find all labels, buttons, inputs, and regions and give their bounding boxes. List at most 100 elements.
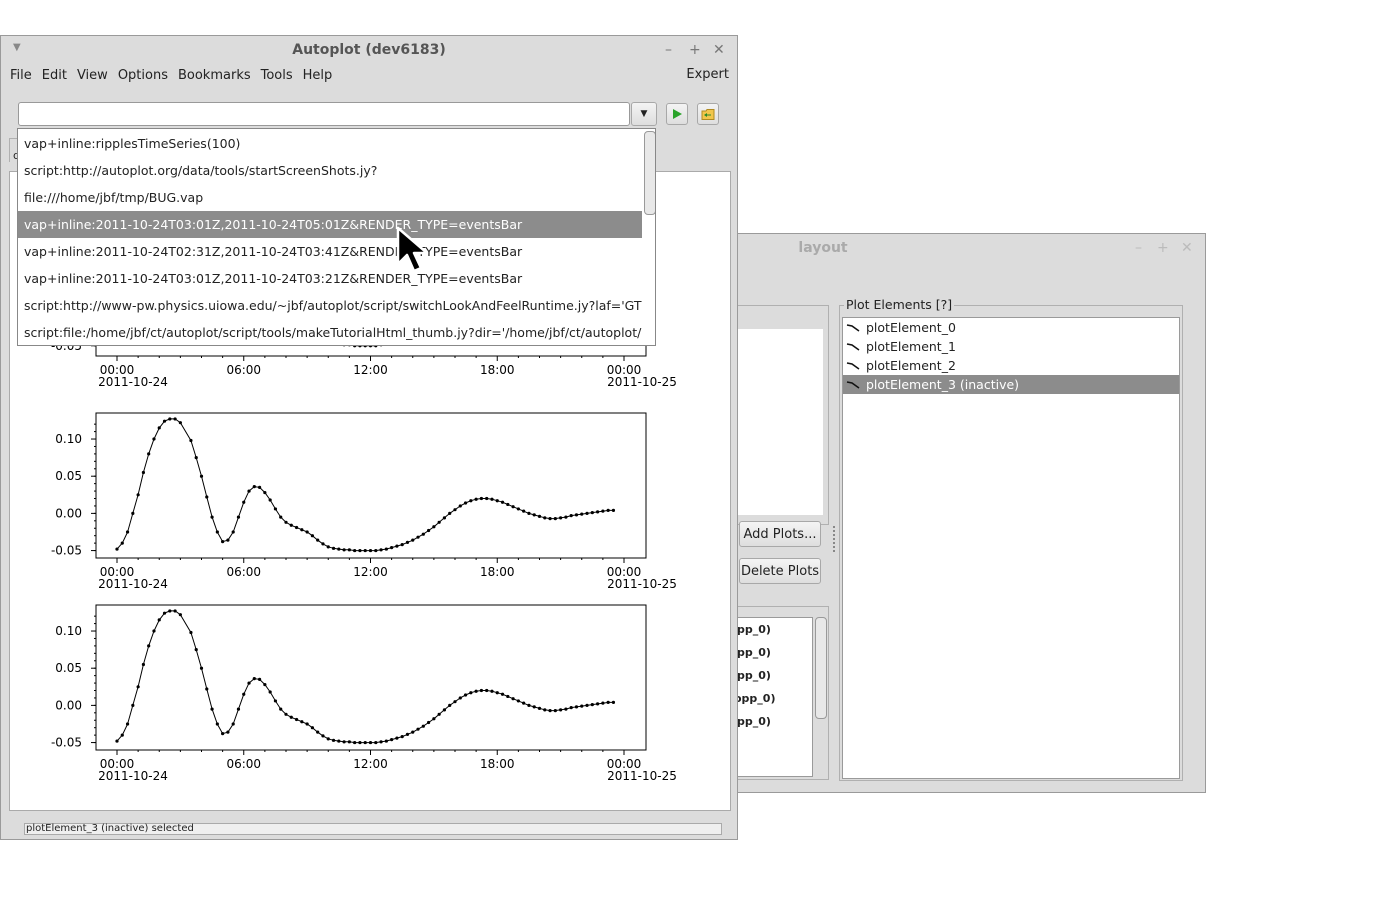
data-point bbox=[178, 421, 182, 425]
dropdown-item[interactable]: vap+inline:2011-10-24T02:31Z,2011-10-24T… bbox=[18, 238, 642, 265]
data-point bbox=[168, 417, 172, 421]
data-point bbox=[157, 618, 161, 622]
plot-element-item[interactable]: plotElement_1 bbox=[843, 337, 1179, 356]
binding-row[interactable]: pp_0) bbox=[737, 618, 812, 641]
maximize-icon[interactable]: + bbox=[689, 42, 701, 58]
data-point bbox=[442, 708, 447, 712]
uri-dropdown[interactable]: vap+inline:ripplesTimeSeries(100) script:… bbox=[17, 128, 656, 346]
data-point bbox=[469, 691, 473, 695]
dropdown-item[interactable]: vap+inline:2011-10-24T03:01Z,2011-10-24T… bbox=[18, 265, 642, 292]
plots-canvas[interactable] bbox=[737, 329, 823, 515]
data-point bbox=[426, 528, 431, 533]
data-point bbox=[331, 546, 336, 550]
dropdown-item[interactable]: script:http://autoplot.org/data/tools/st… bbox=[18, 157, 642, 184]
delete-plots-button[interactable]: Delete Plots bbox=[739, 558, 821, 584]
layout-window: layout – + ✕ Add Plots... Delete Plots p… bbox=[734, 233, 1206, 793]
data-point bbox=[236, 515, 241, 519]
menu-view[interactable]: View bbox=[73, 68, 112, 83]
menu-tools[interactable]: Tools bbox=[257, 68, 297, 83]
data-point bbox=[147, 452, 151, 456]
close-icon[interactable]: ✕ bbox=[713, 42, 725, 58]
expert-toggle[interactable]: Expert bbox=[686, 67, 729, 82]
data-point bbox=[279, 515, 283, 519]
y-tick-label: 0.00 bbox=[55, 506, 82, 520]
menu-help[interactable]: Help bbox=[299, 68, 337, 83]
data-point bbox=[532, 513, 536, 517]
binding-row[interactable]: pp_0) bbox=[737, 641, 812, 664]
y-tick-label: -0.05 bbox=[51, 544, 82, 558]
data-point bbox=[516, 699, 520, 703]
data-point bbox=[236, 707, 241, 711]
dropdown-item[interactable]: vap+inline:ripplesTimeSeries(100) bbox=[18, 130, 642, 157]
dropdown-scrollbar[interactable] bbox=[644, 131, 655, 215]
maximize-icon[interactable]: + bbox=[1157, 240, 1169, 256]
y-tick-label: 0.05 bbox=[55, 469, 82, 483]
data-point bbox=[326, 545, 330, 549]
data-point bbox=[395, 544, 399, 548]
dropdown-item[interactable]: script:file:/home/jbf/ct/autoplot/script… bbox=[18, 319, 642, 345]
plot-element-item[interactable]: plotElement_2 bbox=[843, 356, 1179, 375]
data-point bbox=[300, 528, 304, 532]
data-point bbox=[273, 699, 278, 703]
data-point bbox=[426, 720, 431, 725]
close-icon[interactable]: ✕ bbox=[1181, 240, 1193, 256]
menu-options[interactable]: Options bbox=[114, 68, 172, 83]
line-series-icon bbox=[846, 323, 860, 332]
bindings-list[interactable]: pp_0) pp_0) pp_0) opp_0) pp_0) bbox=[734, 617, 813, 777]
data-point bbox=[342, 740, 346, 744]
minimize-icon[interactable]: – bbox=[1135, 240, 1142, 256]
binding-row[interactable]: opp_0) bbox=[734, 687, 812, 710]
menu-bookmarks[interactable]: Bookmarks bbox=[174, 68, 255, 83]
data-point bbox=[342, 548, 346, 552]
data-point bbox=[331, 738, 336, 742]
data-point bbox=[120, 733, 124, 737]
data-point bbox=[221, 732, 225, 736]
plot-element-item[interactable]: plotElement_0 bbox=[843, 318, 1179, 337]
data-point bbox=[210, 515, 214, 519]
plot-elements-list[interactable]: plotElement_0 plotElement_1 plotElement_2p… bbox=[842, 317, 1180, 779]
menu-file[interactable]: File bbox=[6, 68, 36, 83]
binding-row[interactable]: pp_0) bbox=[737, 664, 812, 687]
data-point bbox=[469, 499, 473, 503]
data-point bbox=[252, 485, 256, 489]
y-tick-label: 0.10 bbox=[55, 624, 82, 638]
go-button[interactable] bbox=[666, 103, 688, 125]
data-point bbox=[585, 703, 589, 707]
plot-element-label: plotElement_3 (inactive) bbox=[866, 377, 1020, 392]
plot-element-item[interactable]: plotElement_3 (inactive) bbox=[843, 375, 1179, 394]
bindings-scrollbar[interactable] bbox=[815, 617, 827, 719]
x-tick-date-label: 2011-10-25 bbox=[607, 577, 677, 591]
dropdown-item[interactable]: vap+inline:2011-10-24T03:01Z,2011-10-24T… bbox=[18, 211, 642, 238]
data-point bbox=[294, 717, 299, 722]
data-point bbox=[273, 507, 278, 511]
menu-edit[interactable]: Edit bbox=[38, 68, 71, 83]
data-point bbox=[527, 511, 531, 515]
data-point bbox=[289, 715, 293, 719]
minimize-icon[interactable]: – bbox=[665, 42, 672, 58]
add-plots-button[interactable]: Add Plots... bbox=[739, 521, 821, 547]
uri-history-button[interactable]: ▼ bbox=[631, 102, 657, 126]
data-point bbox=[437, 520, 441, 524]
data-point bbox=[152, 437, 156, 441]
x-tick-date-label: 2011-10-25 bbox=[607, 375, 677, 389]
x-tick-label: 12:00 bbox=[353, 565, 388, 579]
splitter-handle[interactable] bbox=[833, 526, 837, 552]
data-point bbox=[421, 532, 425, 536]
dropdown-item[interactable]: file:///home/jbf/tmp/BUG.vap bbox=[18, 184, 642, 211]
data-point bbox=[384, 739, 388, 743]
data-point bbox=[358, 740, 362, 745]
data-point bbox=[337, 547, 341, 551]
uri-input[interactable] bbox=[18, 102, 630, 126]
data-point bbox=[411, 538, 415, 542]
data-point bbox=[321, 542, 325, 546]
browse-button[interactable] bbox=[697, 103, 719, 125]
dropdown-item[interactable]: script:http://www-pw.physics.uiowa.edu/~… bbox=[18, 292, 642, 319]
data-point bbox=[606, 508, 610, 513]
data-point bbox=[432, 717, 436, 721]
data-point bbox=[601, 509, 605, 513]
binding-row[interactable]: pp_0) bbox=[737, 710, 812, 733]
data-point bbox=[226, 538, 230, 542]
data-point bbox=[152, 629, 156, 633]
data-point bbox=[162, 419, 167, 423]
data-point bbox=[548, 516, 552, 521]
